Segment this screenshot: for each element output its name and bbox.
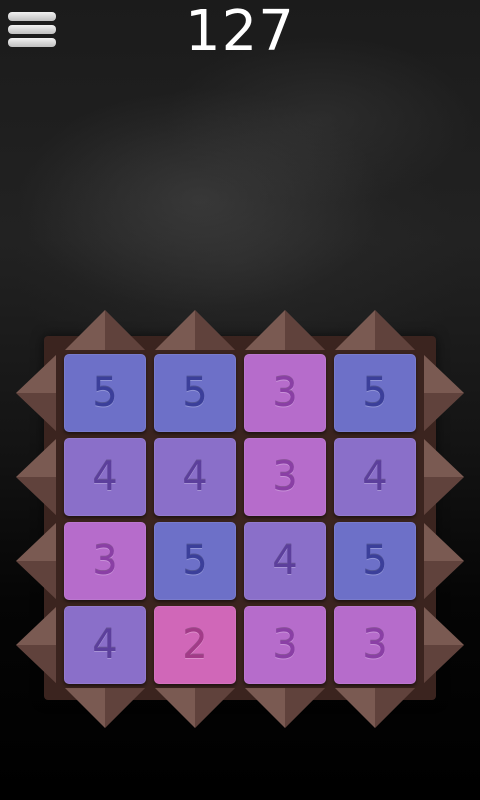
tile-r1-c3[interactable]: 3 (244, 354, 326, 432)
arrow-left-icon[interactable] (16, 355, 56, 431)
tile-r3-c2[interactable]: 5 (154, 522, 236, 600)
tile-value: 2 (182, 622, 208, 668)
tile-r2-c1[interactable]: 4 (64, 438, 146, 516)
arrow-left-icon[interactable] (16, 607, 56, 683)
arrow-right-icon[interactable] (424, 607, 464, 683)
tile-r3-c3[interactable]: 4 (244, 522, 326, 600)
tile-r4-c2[interactable]: 2 (154, 606, 236, 684)
tile-r3-c4[interactable]: 5 (334, 522, 416, 600)
tile-r2-c4[interactable]: 4 (334, 438, 416, 516)
tile-r3-c1[interactable]: 3 (64, 522, 146, 600)
tile-value: 3 (92, 538, 118, 584)
arrow-left-icon[interactable] (16, 439, 56, 515)
tile-r1-c2[interactable]: 5 (154, 354, 236, 432)
tile-value: 4 (272, 538, 298, 584)
tile-r1-c1[interactable]: 5 (64, 354, 146, 432)
tile-value: 5 (362, 538, 388, 584)
tile-value: 5 (92, 370, 118, 416)
score-display: 127 (185, 0, 295, 64)
tile-value: 3 (362, 622, 388, 668)
tile-value: 5 (182, 538, 208, 584)
arrow-right-icon[interactable] (424, 439, 464, 515)
tile-r4-c3[interactable]: 3 (244, 606, 326, 684)
tile-r2-c2[interactable]: 4 (154, 438, 236, 516)
arrow-left-icon[interactable] (16, 523, 56, 599)
tile-value: 3 (272, 622, 298, 668)
arrow-right-icon[interactable] (424, 355, 464, 431)
arrow-right-icon[interactable] (424, 523, 464, 599)
arrow-up-icon[interactable] (245, 310, 325, 350)
tile-value: 4 (362, 454, 388, 500)
arrow-down-icon[interactable] (155, 688, 235, 728)
tile-value: 4 (92, 622, 118, 668)
tile-r1-c4[interactable]: 5 (334, 354, 416, 432)
game-screen: 127 5 5 3 5 4 4 3 4 3 5 4 5 4 2 3 3 (0, 0, 480, 800)
tile-r4-c4[interactable]: 3 (334, 606, 416, 684)
tile-value: 3 (272, 454, 298, 500)
tile-value: 3 (272, 370, 298, 416)
tile-value: 4 (182, 454, 208, 500)
arrow-down-icon[interactable] (335, 688, 415, 728)
tile-r2-c3[interactable]: 3 (244, 438, 326, 516)
tile-value: 5 (182, 370, 208, 416)
arrow-up-icon[interactable] (335, 310, 415, 350)
arrow-down-icon[interactable] (65, 688, 145, 728)
tile-r4-c1[interactable]: 4 (64, 606, 146, 684)
tile-value: 5 (362, 370, 388, 416)
tile-value: 4 (92, 454, 118, 500)
arrow-up-icon[interactable] (65, 310, 145, 350)
arrow-down-icon[interactable] (245, 688, 325, 728)
arrow-up-icon[interactable] (155, 310, 235, 350)
